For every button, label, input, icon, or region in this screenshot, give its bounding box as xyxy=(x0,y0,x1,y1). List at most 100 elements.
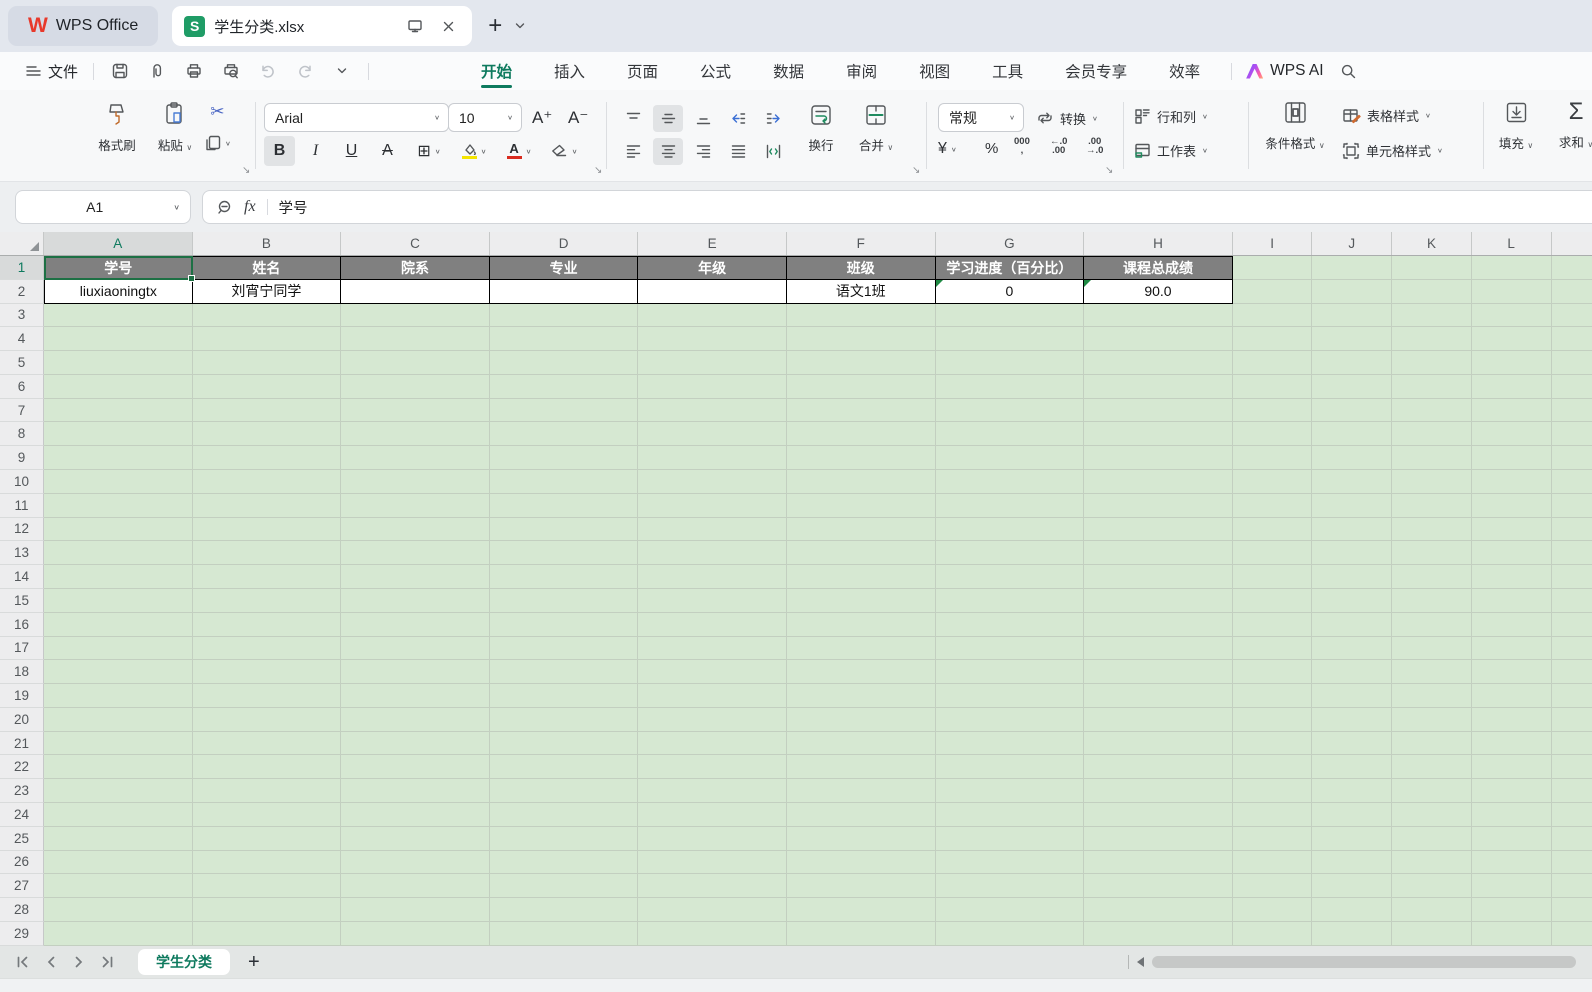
row-header-24[interactable]: 24 xyxy=(0,802,44,827)
cell-J13[interactable] xyxy=(1312,541,1393,566)
cell-H24[interactable] xyxy=(1084,802,1233,827)
increase-font-button[interactable]: A⁺ xyxy=(532,108,552,128)
row-header-4[interactable]: 4 xyxy=(0,327,44,352)
row-header-11[interactable]: 11 xyxy=(0,493,44,518)
cell-K29[interactable] xyxy=(1392,921,1472,946)
cell-J15[interactable] xyxy=(1312,588,1393,613)
row-header-5[interactable]: 5 xyxy=(0,351,44,375)
cell-F22[interactable] xyxy=(786,755,936,780)
number-format-select[interactable]: 常规 ∨ xyxy=(938,103,1024,132)
cell-L26[interactable] xyxy=(1471,850,1552,875)
cell-L14[interactable] xyxy=(1471,565,1552,589)
cell-C13[interactable] xyxy=(341,541,490,566)
cell-B21[interactable] xyxy=(192,731,342,756)
cell-L29[interactable] xyxy=(1471,921,1552,946)
cell-A5[interactable] xyxy=(44,351,193,375)
cell-E19[interactable] xyxy=(638,684,787,708)
cell-K5[interactable] xyxy=(1392,351,1472,375)
cell-J20[interactable] xyxy=(1312,707,1393,732)
cell-H29[interactable] xyxy=(1084,921,1233,946)
cell-C23[interactable] xyxy=(341,779,490,803)
horizontal-scrollbar[interactable] xyxy=(1152,956,1576,968)
cell-G19[interactable] xyxy=(935,684,1085,708)
cell-G26[interactable] xyxy=(935,850,1085,875)
column-header-B[interactable]: B xyxy=(193,232,342,255)
column-header-H[interactable]: H xyxy=(1084,232,1233,255)
cell-B7[interactable] xyxy=(192,398,342,423)
cell-H14[interactable] xyxy=(1084,565,1233,589)
cell-G20[interactable] xyxy=(935,707,1085,732)
cell-H7[interactable] xyxy=(1084,398,1233,423)
cell-K24[interactable] xyxy=(1392,802,1472,827)
italic-button[interactable]: I xyxy=(300,136,331,166)
menu-tab-插入[interactable]: 插入 xyxy=(533,52,606,90)
cell-A21[interactable] xyxy=(44,731,193,756)
menu-tab-视图[interactable]: 视图 xyxy=(898,52,971,90)
cell-L6[interactable] xyxy=(1471,374,1552,399)
cell-A16[interactable] xyxy=(44,612,193,637)
column-header-G[interactable]: G xyxy=(936,232,1085,255)
font-name-select[interactable]: Arial ∨ xyxy=(264,103,449,132)
strikethrough-button[interactable]: A xyxy=(372,136,403,166)
cell-C3[interactable] xyxy=(341,303,490,328)
cell-L23[interactable] xyxy=(1471,779,1552,803)
cell-L10[interactable] xyxy=(1471,470,1552,494)
cell-A13[interactable] xyxy=(44,541,193,566)
cell-B2[interactable]: 刘宵宁同学 xyxy=(192,279,342,304)
close-tab-icon[interactable] xyxy=(436,14,460,38)
cell-I17[interactable] xyxy=(1232,636,1313,661)
menu-tab-数据[interactable]: 数据 xyxy=(752,52,825,90)
cell-partial-4[interactable] xyxy=(1551,327,1592,352)
cell-K6[interactable] xyxy=(1392,374,1472,399)
row-header-9[interactable]: 9 xyxy=(0,446,44,471)
cell-I10[interactable] xyxy=(1232,470,1313,494)
cell-I9[interactable] xyxy=(1232,446,1313,471)
cell-C17[interactable] xyxy=(341,636,490,661)
row-header-25[interactable]: 25 xyxy=(0,826,44,851)
cell-C19[interactable] xyxy=(341,684,490,708)
cell-H3[interactable] xyxy=(1084,303,1233,328)
cell-B3[interactable] xyxy=(192,303,342,328)
merge-cells-button[interactable]: 合并 ∨ xyxy=(850,102,902,154)
cell-A7[interactable] xyxy=(44,398,193,423)
cell-partial-22[interactable] xyxy=(1551,755,1592,780)
cell-D27[interactable] xyxy=(489,874,639,899)
cell-I28[interactable] xyxy=(1232,898,1313,922)
cell-L5[interactable] xyxy=(1471,351,1552,375)
cell-L13[interactable] xyxy=(1471,541,1552,566)
cut-icon[interactable]: ✂ xyxy=(210,102,224,122)
cell-B22[interactable] xyxy=(192,755,342,780)
name-box[interactable]: A1 ∨ xyxy=(15,190,191,224)
cell-K15[interactable] xyxy=(1392,588,1472,613)
row-header-19[interactable]: 19 xyxy=(0,684,44,708)
cell-J3[interactable] xyxy=(1312,303,1393,328)
cell-H26[interactable] xyxy=(1084,850,1233,875)
cell-K7[interactable] xyxy=(1392,398,1472,423)
cell-L24[interactable] xyxy=(1471,802,1552,827)
insert-function-icon[interactable]: fx xyxy=(244,198,256,216)
cell-K4[interactable] xyxy=(1392,327,1472,352)
cell-G27[interactable] xyxy=(935,874,1085,899)
cell-style-button[interactable]: 单元格样式 ∨ xyxy=(1342,141,1443,160)
cell-G2[interactable]: 0 xyxy=(935,279,1085,304)
cell-J28[interactable] xyxy=(1312,898,1393,922)
bold-button[interactable]: B xyxy=(264,136,295,166)
cell-F5[interactable] xyxy=(786,351,936,375)
cell-B27[interactable] xyxy=(192,874,342,899)
cell-K9[interactable] xyxy=(1392,446,1472,471)
cell-A11[interactable] xyxy=(44,493,193,518)
cell-partial-23[interactable] xyxy=(1551,779,1592,803)
row-header-22[interactable]: 22 xyxy=(0,755,44,780)
cell-D23[interactable] xyxy=(489,779,639,803)
increase-indent-button[interactable] xyxy=(758,105,788,132)
cell-E23[interactable] xyxy=(638,779,787,803)
cell-G5[interactable] xyxy=(935,351,1085,375)
table-style-button[interactable]: 表格样式 ∨ xyxy=(1342,106,1431,125)
row-header-10[interactable]: 10 xyxy=(0,470,44,494)
cell-C5[interactable] xyxy=(341,351,490,375)
cell-partial-24[interactable] xyxy=(1551,802,1592,827)
row-header-7[interactable]: 7 xyxy=(0,398,44,423)
cell-L22[interactable] xyxy=(1471,755,1552,780)
cell-K12[interactable] xyxy=(1392,517,1472,542)
cell-C7[interactable] xyxy=(341,398,490,423)
